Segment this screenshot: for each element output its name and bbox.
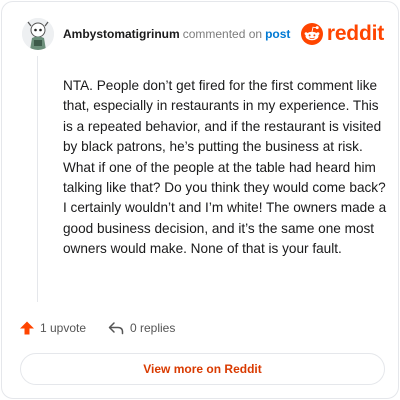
upvote-count[interactable]: 1 upvote (19, 318, 86, 338)
reddit-wordmark: reddit (326, 22, 384, 45)
post-link[interactable]: post (265, 27, 290, 41)
comment-action-text: commented on (182, 27, 263, 41)
reddit-snoo-icon (300, 23, 323, 45)
avatar[interactable] (22, 18, 54, 50)
upvote-label: 1 upvote (40, 321, 87, 335)
reply-arrow-icon (108, 322, 124, 335)
author-name[interactable]: Ambystomatigrinum (63, 27, 180, 41)
snoo-avatar-icon (22, 18, 54, 50)
reddit-brand[interactable]: reddit (300, 22, 384, 46)
view-more-on-reddit-button[interactable]: View more on Reddit (20, 353, 385, 385)
comment-header: Ambystomatigrinum commented on post reddit (22, 18, 384, 50)
comment-footer: 1 upvote 0 replies (19, 318, 379, 338)
thread-line (37, 56, 38, 302)
upvote-arrow-icon (20, 321, 34, 335)
comment-body: NTA. People don’t get fired for the firs… (63, 78, 387, 257)
reddit-comment-embed: Ambystomatigrinum commented on post reddit… (1, 1, 399, 399)
replies-label: 0 replies (130, 321, 176, 335)
comment-meta: Ambystomatigrinum commented on post (63, 27, 290, 41)
reply-count[interactable]: 0 replies (107, 318, 175, 338)
